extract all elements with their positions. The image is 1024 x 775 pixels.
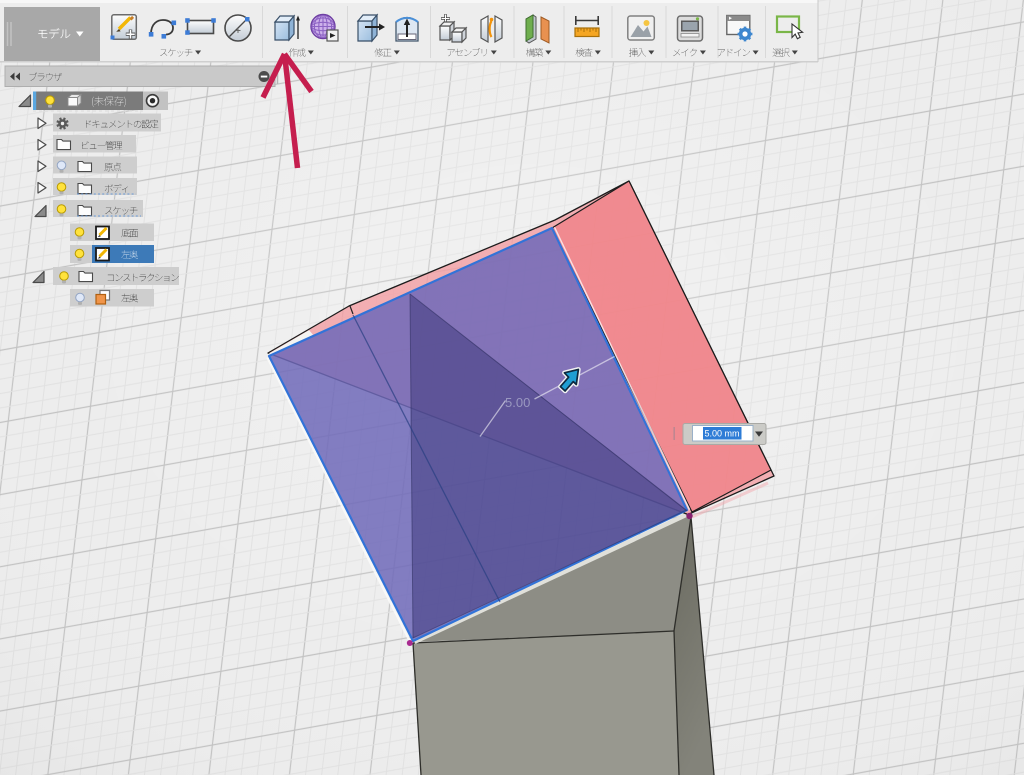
svg-text:5.00: 5.00	[505, 395, 530, 410]
svg-text:5.00 mm: 5.00 mm	[705, 429, 740, 439]
